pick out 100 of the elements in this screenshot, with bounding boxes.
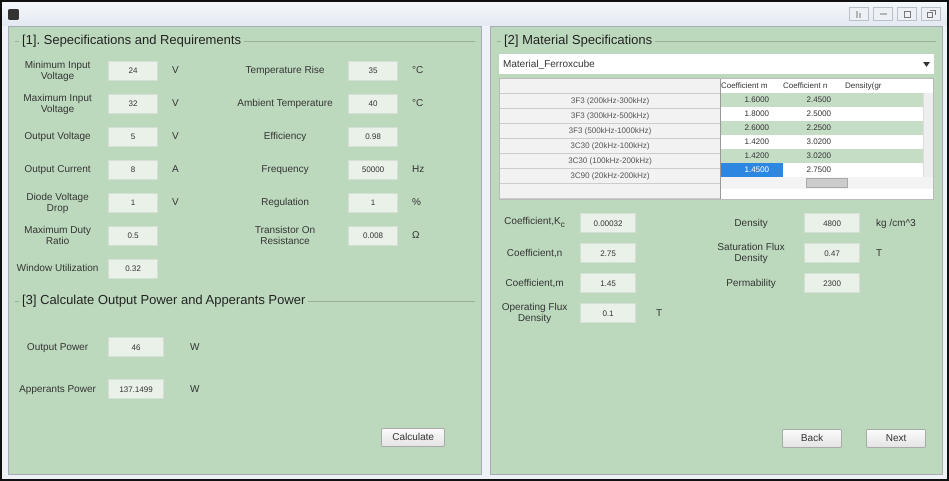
help-button[interactable] xyxy=(849,7,869,21)
table-cell[interactable]: 3.0200 xyxy=(783,135,845,149)
column-header: Coefficient n xyxy=(783,80,828,92)
row-header[interactable]: 3C30 (20kHz-100kHz) xyxy=(500,139,720,154)
input-field[interactable]: 0.5 xyxy=(108,226,158,246)
input-field[interactable]: 4800 xyxy=(804,213,860,233)
input-field[interactable]: 0.1 xyxy=(580,303,636,323)
input-field[interactable]: 5 xyxy=(108,126,158,146)
table-cell[interactable]: 1.4200 xyxy=(721,135,783,149)
calculate-button[interactable]: Calculate xyxy=(381,428,445,447)
table-cell[interactable]: 2.7500 xyxy=(783,163,845,177)
input-field[interactable]: 40 xyxy=(348,94,398,114)
restore-button[interactable] xyxy=(921,7,941,21)
field-label: Frequency xyxy=(260,164,310,175)
group-title: [1]. Sepecifications and Requirements xyxy=(19,32,244,47)
field-label: Diode Voltage Drop xyxy=(25,192,90,214)
field-label: Density xyxy=(733,218,769,228)
unit-label: T xyxy=(656,308,664,318)
column-header: Density(gr xyxy=(845,80,882,92)
table-row[interactable]: 1.6000 2.4500 xyxy=(721,93,923,107)
unit-label: °C xyxy=(412,98,424,109)
field-label: Operating Flux Density xyxy=(500,302,568,324)
field-label: Apperants Power xyxy=(18,384,97,394)
field-label: Coefficient,K$_{c}$ xyxy=(503,216,566,230)
input-field[interactable]: 8 xyxy=(108,160,158,180)
field-label: Output Power xyxy=(26,342,90,352)
row-header[interactable]: 3F3 (500kHz-1000kHz) xyxy=(500,124,720,139)
unit-label: T xyxy=(876,248,884,258)
table-cell[interactable]: 1.4500 xyxy=(721,163,783,177)
field-label: Minimum Input Voltage xyxy=(24,60,92,82)
input-field[interactable]: 0.008 xyxy=(348,226,398,246)
table-cell[interactable]: 2.2500 xyxy=(783,121,845,135)
field-label: Temperature Rise xyxy=(244,65,326,76)
vertical-scrollbar[interactable] xyxy=(923,93,933,177)
table-cell[interactable]: 2.5000 xyxy=(783,107,845,121)
field-label: Output Current xyxy=(23,164,92,175)
input-field[interactable]: 1 xyxy=(108,192,158,212)
input-field[interactable]: 35 xyxy=(348,60,398,80)
next-button[interactable]: Next xyxy=(866,429,926,448)
field-label: Saturation Flux Density xyxy=(716,242,786,264)
field-label: Coefficient,n xyxy=(506,248,564,258)
input-field[interactable]: 24 xyxy=(108,60,158,80)
table-cell[interactable]: 1.6000 xyxy=(721,93,783,107)
field-label: Transistor On Resistance xyxy=(254,224,316,246)
app-icon xyxy=(8,8,19,20)
unit-label: W xyxy=(190,342,200,352)
field-label: Ambient Temperature xyxy=(236,98,334,109)
table-cell[interactable]: 3.0200 xyxy=(783,149,845,163)
field-label: Efficiency xyxy=(262,131,308,142)
field-label: Coefficient,m xyxy=(504,278,565,288)
input-field[interactable]: 46 xyxy=(108,337,164,357)
table-cell[interactable]: 1.8000 xyxy=(721,107,783,121)
unit-label: kg /cm^3 xyxy=(876,218,917,228)
group-title: [2] Material Specifications xyxy=(501,32,656,47)
back-button[interactable]: Back xyxy=(782,429,842,448)
group-title: [3] Calculate Output Power and Apperants Power xyxy=(19,292,308,307)
input-field[interactable]: 2.75 xyxy=(580,243,636,263)
field-label: Maximum Duty Ratio xyxy=(23,224,92,246)
table-cell[interactable]: 1.4200 xyxy=(721,149,783,163)
input-field[interactable]: 1.45 xyxy=(580,273,636,293)
unit-label: A xyxy=(172,164,180,175)
unit-label: V xyxy=(172,131,180,142)
maximize-button[interactable] xyxy=(897,7,917,21)
input-field[interactable]: 137.1499 xyxy=(108,379,164,399)
restore-icon xyxy=(926,10,936,18)
table-row[interactable]: 2.6000 2.2500 xyxy=(721,121,923,135)
table-cell[interactable]: 2.4500 xyxy=(783,93,845,107)
input-field[interactable]: 50000 xyxy=(348,160,398,180)
unit-label: V xyxy=(172,65,180,76)
unit-label: V xyxy=(172,197,180,208)
input-field[interactable]: 1 xyxy=(348,192,398,212)
field-label: Regulation xyxy=(260,197,310,208)
unit-label: W xyxy=(190,384,200,394)
row-header[interactable]: 3C90 (20kHz-200kHz) xyxy=(500,169,720,184)
field-label: Maximum Input Voltage xyxy=(22,92,93,114)
unit-label: % xyxy=(412,197,422,208)
input-field[interactable]: 2300 xyxy=(804,273,860,293)
row-header[interactable]: 3C30 (100kHz-200kHz) xyxy=(500,154,720,169)
input-field[interactable]: 0.00032 xyxy=(580,213,636,233)
unit-label: Ω xyxy=(412,230,420,241)
field-label: Window Utilization xyxy=(16,263,100,274)
input-field[interactable]: 0.98 xyxy=(348,126,398,146)
horizontal-scrollbar[interactable] xyxy=(721,177,933,189)
row-header[interactable]: 3F3 (300kHz-500kHz) xyxy=(500,109,720,124)
row-header[interactable]: 3F3 (200kHz-300kHz) xyxy=(500,94,720,109)
input-field[interactable]: 0.32 xyxy=(108,258,158,278)
input-field[interactable]: 32 xyxy=(108,94,158,114)
input-field[interactable]: 0.47 xyxy=(804,243,860,263)
field-label: Output Voltage xyxy=(23,131,92,142)
table-cell[interactable]: 2.6000 xyxy=(721,121,783,135)
caret-icon xyxy=(923,62,930,66)
unit-label: V xyxy=(172,98,180,109)
minimize-icon xyxy=(880,13,886,15)
minimize-button[interactable] xyxy=(873,7,893,21)
unit-label: °C xyxy=(412,65,424,76)
field-label: Permability xyxy=(725,278,777,288)
material-dropdown[interactable]: Material_Ferroxcube xyxy=(499,54,934,74)
bars-icon xyxy=(856,10,862,18)
table-row[interactable]: 1.4200 3.0200 xyxy=(721,149,923,163)
maximize-icon xyxy=(904,10,910,18)
